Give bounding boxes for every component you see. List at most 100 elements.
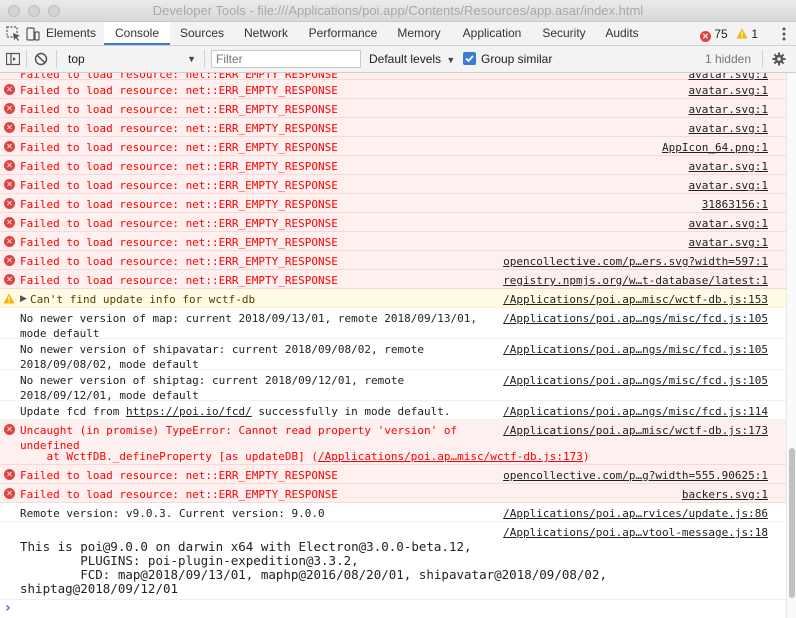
message-source-link[interactable]: /Applications/poi.ap…ngs/misc/fcd.js:114 — [503, 404, 768, 419]
hidden-count: 1 hidden — [704, 52, 751, 66]
message-text: Failed to load resource: net::ERR_EMPTY_… — [20, 217, 338, 230]
gear-icon[interactable] — [772, 52, 786, 66]
message-text-prefix: Update fcd from — [20, 405, 126, 418]
stack-trace-link[interactable]: /Applications/poi.ap…misc/wctf-db.js:173 — [318, 450, 583, 463]
tab-security[interactable]: Security — [534, 22, 594, 45]
device-toolbar-icon[interactable] — [26, 26, 40, 42]
message-source-link[interactable]: avatar.svg:1 — [689, 178, 768, 193]
message-text: Failed to load resource: net::ERR_EMPTY_… — [20, 84, 338, 97]
message-text: Failed to load resource: net::ERR_EMPTY_… — [20, 488, 338, 501]
message-source-link[interactable]: avatar.svg:1 — [689, 216, 768, 231]
message-source-link[interactable]: avatar.svg:1 — [689, 83, 768, 98]
error-icon: ✕ — [4, 84, 15, 95]
message-text: Update fcd from https://poi.io/fcd/ succ… — [20, 404, 451, 419]
window-title: Developer Tools - file:///Applications/p… — [152, 3, 644, 18]
stack-trace-line: at WctfDB._defineProperty [as updateDB] … — [20, 449, 590, 464]
panel-tab-bar: Elements Console Sources Network Perform… — [0, 22, 796, 46]
group-similar-checkbox[interactable] — [463, 52, 476, 65]
error-icon: ✕ — [4, 198, 15, 209]
message-source-link[interactable]: /Applications/poi.ap…vtool-message.js:18 — [503, 525, 768, 540]
chevron-down-icon: ▼ — [446, 55, 456, 65]
tab-elements[interactable]: Elements — [40, 22, 102, 45]
error-icon: ✕ — [4, 217, 15, 228]
message-source-link[interactable]: avatar.svg:1 — [689, 102, 768, 117]
tab-audits[interactable]: Audits — [596, 22, 648, 45]
message-text: Failed to load resource: net::ERR_EMPTY_… — [20, 255, 338, 268]
error-count: 75 — [714, 27, 728, 41]
message-text: Remote version: v9.0.3. Current version:… — [20, 507, 325, 520]
message-source-link[interactable]: opencollective.com/p…g?width=555.90625:1 — [503, 468, 768, 483]
message-source-link[interactable]: /Applications/poi.ap…ngs/misc/fcd.js:105 — [503, 342, 768, 357]
tab-application[interactable]: Application — [452, 22, 532, 45]
more-options-icon[interactable] — [780, 26, 788, 42]
console-message-error: ✕ Failed to load resource: net::ERR_EMPT… — [0, 465, 786, 484]
tab-network[interactable]: Network — [234, 22, 298, 45]
tab-sources[interactable]: Sources — [172, 22, 232, 45]
fcd-url-link[interactable]: https://poi.io/fcd/ — [126, 405, 252, 418]
log-levels-dropdown[interactable]: Default levels ▼ — [369, 51, 455, 68]
inspect-element-icon[interactable] — [6, 26, 22, 42]
error-icon: ✕ — [4, 141, 15, 152]
message-source-link[interactable]: /Applications/poi.ap…ngs/misc/fcd.js:105 — [503, 311, 768, 326]
console-message-error: ✕ Failed to load resource: net::ERR_EMPT… — [0, 156, 786, 175]
console-message-warning: ▶ Can't find update info for wctf-db /Ap… — [0, 289, 786, 308]
console-message-error: ✕ Failed to load resource: net::ERR_EMPT… — [0, 251, 786, 270]
message-text: No newer version of shipavatar: current … — [20, 343, 424, 371]
clear-console-icon[interactable] — [34, 52, 48, 66]
message-source-link[interactable]: /Applications/poi.ap…misc/wctf-db.js:173 — [503, 423, 768, 438]
error-icon: ✕ — [4, 255, 15, 266]
message-source-link[interactable]: /Applications/poi.ap…misc/wctf-db.js:153 — [503, 292, 768, 307]
console-message-banner: /Applications/poi.ap…vtool-message.js:18… — [0, 522, 786, 600]
message-source-link[interactable]: AppIcon_64.png:1 — [662, 140, 768, 155]
message-source-link[interactable]: /Applications/poi.ap…rvices/update.js:86 — [503, 506, 768, 521]
tab-performance[interactable]: Performance — [300, 22, 386, 45]
title-bar: Developer Tools - file:///Applications/p… — [0, 0, 796, 22]
expand-triangle-icon[interactable]: ▶ — [20, 292, 27, 307]
error-icon: ✕ — [4, 179, 15, 190]
console-message-error: ✕ Failed to load resource: net::ERR_EMPT… — [0, 213, 786, 232]
message-text: Failed to load resource: net::ERR_EMPTY_… — [20, 179, 338, 192]
message-source-link[interactable]: avatar.svg:1 — [689, 235, 768, 250]
error-icon: ✕ — [4, 103, 15, 114]
scrollbar-thumb[interactable] — [789, 448, 795, 598]
version-banner: This is poi@9.0.0 on darwin x64 with Ele… — [20, 539, 607, 596]
console-message-log: No newer version of map: current 2018/09… — [0, 308, 786, 340]
chevron-down-icon: ▼ — [187, 54, 196, 64]
error-icon: ✕ — [700, 31, 711, 42]
group-similar-label[interactable]: Group similar — [481, 51, 552, 68]
console-prompt[interactable]: › — [0, 600, 786, 618]
stack-trace-suffix: ) — [582, 450, 590, 463]
tab-console[interactable]: Console — [104, 22, 170, 45]
console-message-log: Remote version: v9.0.3. Current version:… — [0, 503, 786, 522]
message-text: Failed to load resource: net::ERR_EMPTY_… — [20, 160, 338, 173]
message-text: No newer version of map: current 2018/09… — [20, 312, 477, 340]
stack-trace-prefix: at WctfDB._defineProperty [as updateDB] … — [20, 450, 319, 463]
console-toolbar: top ▼ Default levels ▼ Group similar 1 h… — [0, 46, 796, 73]
tab-memory[interactable]: Memory — [388, 22, 450, 45]
sidebar-toggle-icon[interactable] — [5, 52, 21, 66]
console-message-error: ✕ Failed to load resource: net::ERR_EMPT… — [0, 175, 786, 194]
console-scrollbar[interactable] — [786, 73, 796, 618]
error-count-badge[interactable]: ✕ 75 — [700, 26, 728, 42]
error-icon: ✕ — [4, 488, 15, 499]
message-source-link[interactable]: avatar.svg:1 — [689, 159, 768, 174]
message-source-link[interactable]: 31863156:1 — [702, 197, 768, 212]
warning-count: 1 — [751, 27, 759, 41]
console-message-error: ✕ Uncaught (in promise) TypeError: Canno… — [0, 420, 786, 465]
error-icon: ✕ — [4, 274, 15, 285]
warning-count-badge[interactable]: 1 — [736, 26, 758, 42]
console-message-error: Failed to load resource: net::ERR_EMPTY_… — [0, 73, 786, 81]
message-source-link[interactable]: backers.svg:1 — [682, 487, 768, 502]
error-icon: ✕ — [4, 160, 15, 171]
message-text: Can't find update info for wctf-db — [30, 293, 256, 306]
message-source-link[interactable]: opencollective.com/p…ers.svg?width=597:1 — [503, 254, 768, 269]
message-source-link[interactable]: avatar.svg:1 — [689, 121, 768, 136]
message-source-link[interactable]: /Applications/poi.ap…ngs/misc/fcd.js:105 — [503, 373, 768, 388]
context-selector[interactable]: top ▼ — [62, 51, 198, 68]
toolbar-divider — [56, 50, 57, 68]
message-source-link[interactable]: registry.npmjs.org/w…t-database/latest:1 — [503, 273, 768, 288]
filter-input[interactable] — [211, 50, 361, 68]
error-icon: ✕ — [4, 122, 15, 133]
console-message-log: Update fcd from https://poi.io/fcd/ succ… — [0, 401, 786, 420]
error-icon: ✕ — [4, 424, 15, 435]
